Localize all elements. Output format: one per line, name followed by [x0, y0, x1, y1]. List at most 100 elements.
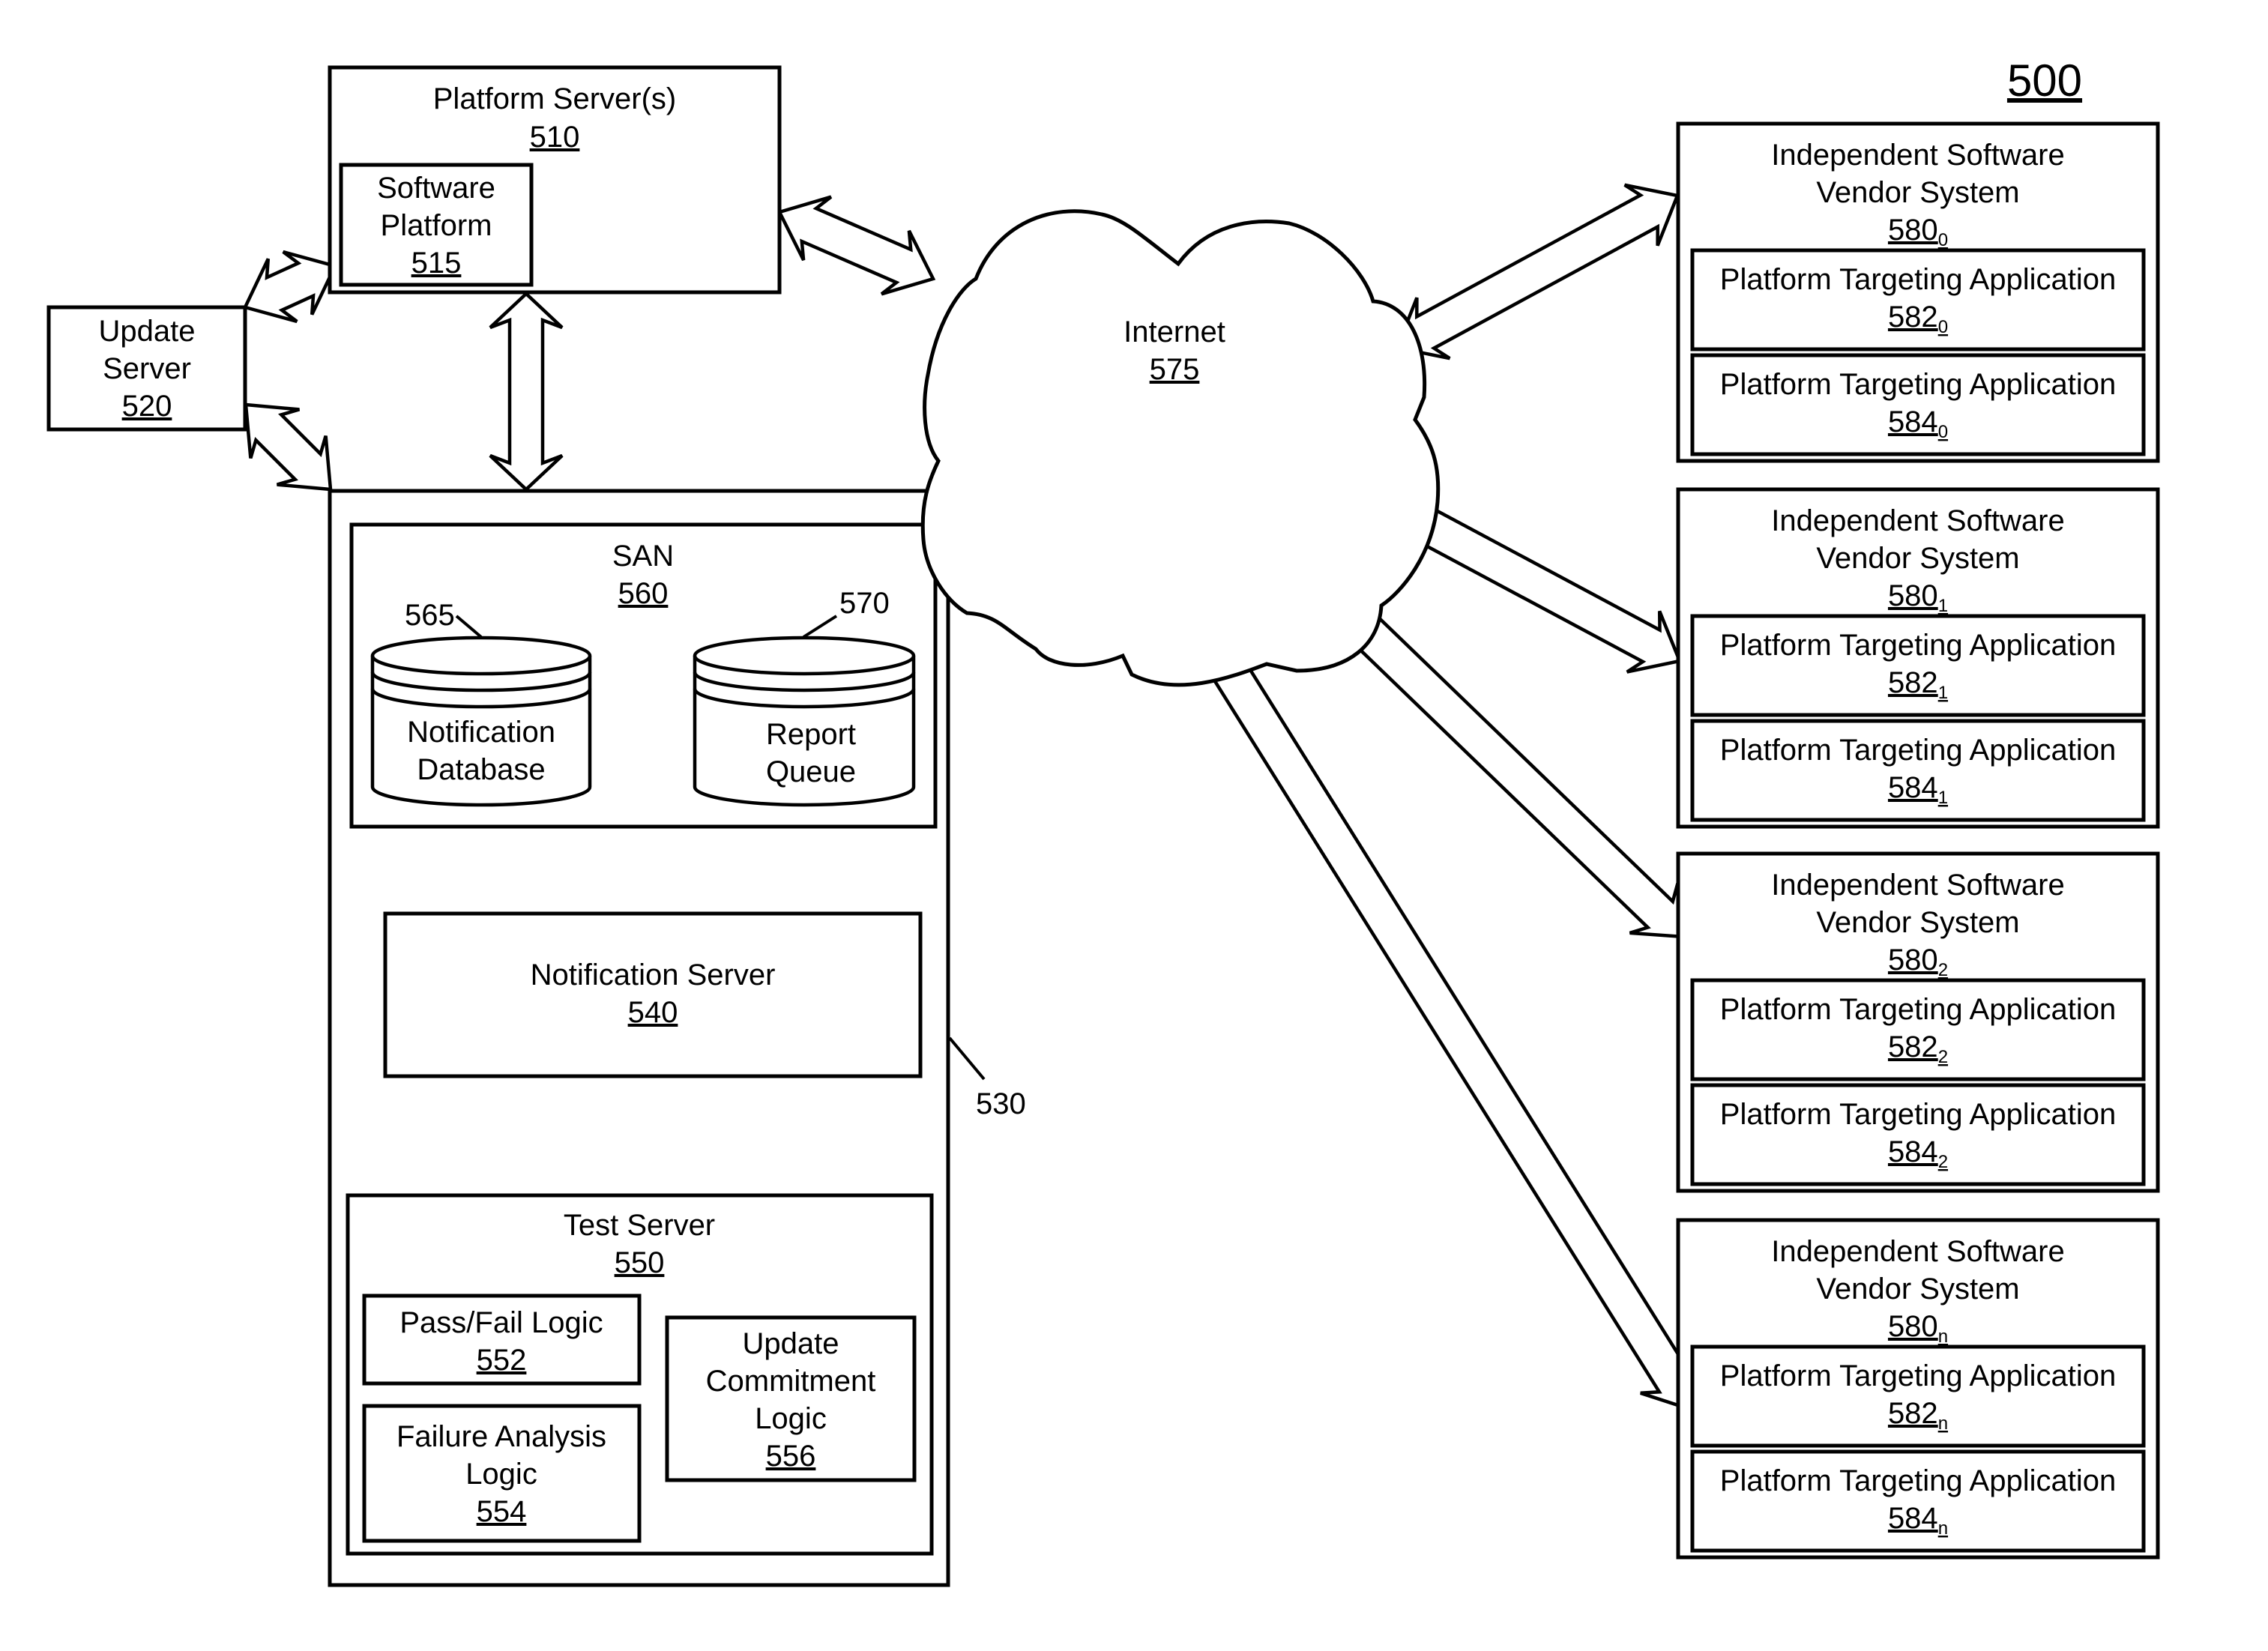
internet-cloud[interactable]: Internet 575	[920, 209, 1441, 687]
report-queue-line1: Report	[766, 718, 856, 751]
figure-number: 500	[2007, 55, 2082, 106]
isv-system-1[interactable]: Independent SoftwareVendor System5801Pla…	[1676, 487, 2160, 829]
application-number-number: 584	[1888, 771, 1938, 804]
application-number-subscript: n	[1938, 1413, 1948, 1434]
platform-targeting-application-584-2[interactable]: Platform Targeting Application 5842	[1690, 1083, 2146, 1186]
san-number: 560	[618, 577, 669, 610]
application-label: Platform Targeting Application	[1720, 368, 2116, 401]
failure-analysis-logic-number: 554	[477, 1495, 527, 1528]
isv-systems: Independent SoftwareVendor System5800Pla…	[1676, 121, 2160, 1560]
notification-database-reference: 565	[405, 599, 455, 632]
update-commitment-logic-box[interactable]: Update Commitment Logic 556	[665, 1315, 917, 1482]
system-diagram: 500 Platform Server(s) 510 Software Plat…	[46, 55, 2160, 1587]
platform-targeting-application-584-n[interactable]: Platform Targeting Application 584n	[1690, 1449, 2146, 1553]
isv-system-line1: Independent Software	[1771, 504, 2064, 537]
application-number-number: 582	[1888, 301, 1938, 333]
report-queue-reference: 570	[839, 587, 890, 620]
isv-system-number-subscript: 0	[1938, 230, 1948, 250]
isv-system-line2: Vendor System	[1816, 542, 2019, 575]
notification-server-frame	[383, 911, 923, 1078]
platform-targeting-application-584-1[interactable]: Platform Targeting Application 5841	[1690, 719, 2146, 822]
san-label: SAN	[612, 540, 674, 573]
pass-fail-logic-label: Pass/Fail Logic	[399, 1306, 603, 1339]
isv-system-0[interactable]: Independent SoftwareVendor System5800Pla…	[1676, 121, 2160, 463]
isv-system-line1: Independent Software	[1771, 869, 2064, 902]
notification-server-number: 540	[628, 996, 678, 1029]
application-label: Platform Targeting Application	[1720, 1464, 2116, 1497]
application-number-subscript: 1	[1938, 683, 1948, 703]
application-number-number: 584	[1888, 405, 1938, 438]
update-commitment-logic-line1: Update	[743, 1327, 839, 1360]
software-platform-box[interactable]: Software Platform 515	[339, 163, 534, 287]
cloud-icon	[920, 209, 1441, 687]
update-commitment-logic-line3: Logic	[755, 1402, 827, 1435]
isv-system-number-subscript: 2	[1938, 960, 1948, 980]
notification-server-box[interactable]: Notification Server 540	[383, 911, 923, 1078]
isv-system-2[interactable]: Independent SoftwareVendor System5802Pla…	[1676, 851, 2160, 1193]
failure-analysis-logic-line1: Failure Analysis	[396, 1420, 606, 1453]
platform-targeting-application-584-0[interactable]: Platform Targeting Application 5840	[1690, 353, 2146, 456]
update-server-line2: Server	[103, 352, 191, 385]
application-number-subscript: 1	[1938, 788, 1948, 808]
platform-targeting-application-582-0[interactable]: Platform Targeting Application 5820	[1690, 248, 2146, 351]
test-server-label: Test Server	[564, 1209, 715, 1242]
arrow-update-server-to-software-platform	[242, 250, 338, 324]
test-server-number: 550	[615, 1246, 665, 1279]
arrow-platform-server-to-internet	[776, 195, 936, 296]
failure-analysis-logic-line2: Logic	[465, 1458, 537, 1491]
software-platform-number: 515	[411, 247, 462, 280]
update-server-box[interactable]: Update Server 520	[46, 305, 247, 432]
application-label: Platform Targeting Application	[1720, 1359, 2116, 1392]
application-number-subscript: n	[1938, 1518, 1948, 1539]
report-queue-cylinder[interactable]: Report Queue	[693, 636, 916, 807]
application-number-number: 584	[1888, 1135, 1938, 1168]
isv-system-line1: Independent Software	[1771, 139, 2064, 172]
pass-fail-logic-box[interactable]: Pass/Fail Logic 552	[362, 1294, 642, 1386]
platform-targeting-application-582-2[interactable]: Platform Targeting Application 5822	[1690, 978, 2146, 1081]
backend-group-reference: 530	[976, 1087, 1026, 1120]
application-number-subscript: 0	[1938, 422, 1948, 442]
isv-system-number-subscript: 1	[1938, 596, 1948, 616]
notification-database-cylinder[interactable]: Notification Database	[370, 636, 592, 807]
arrow-internet-to-isv-0	[1394, 183, 1680, 360]
isv-system-number-number: 580	[1888, 214, 1938, 247]
platform-server-label: Platform Server(s)	[433, 82, 677, 115]
application-number-number: 582	[1888, 1397, 1938, 1430]
isv-system-number-number: 580	[1888, 1310, 1938, 1343]
notification-server-label: Notification Server	[531, 959, 776, 991]
platform-targeting-application-582-1[interactable]: Platform Targeting Application 5821	[1690, 614, 2146, 717]
platform-targeting-application-582-n[interactable]: Platform Targeting Application 582n	[1690, 1344, 2146, 1448]
failure-analysis-logic-box[interactable]: Failure Analysis Logic 554	[362, 1404, 642, 1543]
application-label: Platform Targeting Application	[1720, 734, 2116, 767]
internet-number: 575	[1150, 353, 1200, 386]
internet-label: Internet	[1124, 316, 1225, 348]
backend-group-leader-line	[948, 1036, 986, 1081]
report-queue-line2: Queue	[766, 755, 856, 788]
application-label: Platform Targeting Application	[1720, 263, 2116, 296]
application-label: Platform Targeting Application	[1720, 1098, 2116, 1131]
update-commitment-logic-number: 556	[766, 1440, 816, 1473]
application-number-number: 582	[1888, 666, 1938, 699]
isv-system-line2: Vendor System	[1816, 176, 2019, 209]
isv-system-number-number: 580	[1888, 579, 1938, 612]
update-server-number: 520	[122, 390, 172, 423]
isv-system-n[interactable]: Independent SoftwareVendor System580nPla…	[1676, 1218, 2160, 1560]
update-server-line1: Update	[99, 315, 196, 348]
application-number-subscript: 0	[1938, 317, 1948, 337]
software-platform-line1: Software	[377, 172, 495, 205]
application-number-subscript: 2	[1938, 1047, 1948, 1067]
application-label: Platform Targeting Application	[1720, 993, 2116, 1026]
application-number-subscript: 2	[1938, 1152, 1948, 1172]
isv-system-number-number: 580	[1888, 944, 1938, 977]
isv-system-line1: Independent Software	[1771, 1235, 2064, 1268]
notification-database-line2: Database	[417, 753, 545, 786]
pass-fail-logic-number: 552	[477, 1344, 527, 1377]
isv-system-line2: Vendor System	[1816, 1273, 2019, 1306]
application-number-number: 582	[1888, 1030, 1938, 1063]
isv-system-number-subscript: n	[1938, 1326, 1948, 1347]
platform-server-number: 510	[530, 121, 580, 154]
arrow-platform-server-to-backend	[489, 291, 564, 492]
application-label: Platform Targeting Application	[1720, 629, 2116, 662]
notification-database-line1: Notification	[407, 716, 555, 749]
isv-system-line2: Vendor System	[1816, 906, 2019, 939]
